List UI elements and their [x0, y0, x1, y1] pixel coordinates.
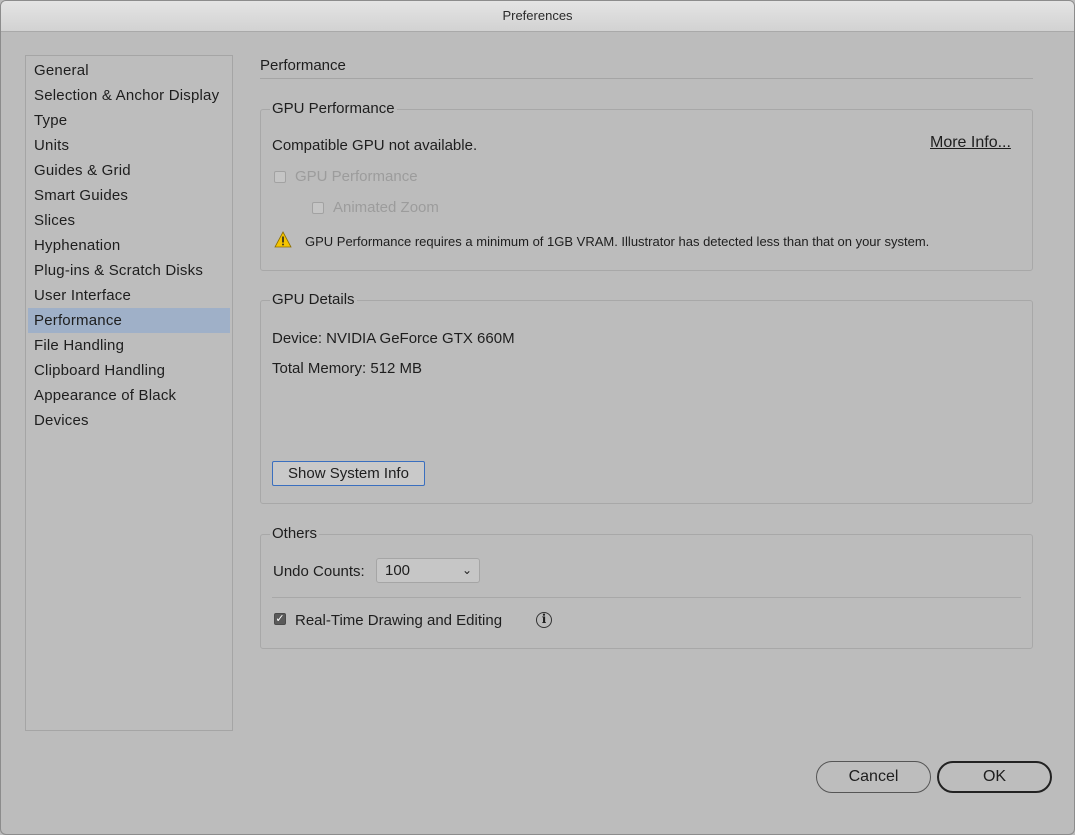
others-divider — [272, 597, 1021, 598]
sidebar-item-devices[interactable]: Devices — [28, 408, 230, 433]
sidebar-item-appearance-of-black[interactable]: Appearance of Black — [28, 383, 230, 408]
realtime-drawing-label: Real-Time Drawing and Editing — [295, 612, 503, 629]
sidebar-item-performance[interactable]: Performance — [28, 308, 230, 333]
sidebar-item-file-handling[interactable]: File Handling — [28, 333, 230, 358]
preferences-window: Preferences General Selection & Anchor D… — [0, 0, 1075, 835]
animated-zoom-checkbox[interactable] — [312, 202, 324, 214]
show-system-info-button[interactable]: Show System Info — [272, 461, 425, 486]
animated-zoom-checkbox-label: Animated Zoom — [333, 199, 439, 216]
sidebar-item-general[interactable]: General — [28, 58, 230, 83]
realtime-drawing-checkbox[interactable]: ✓ — [274, 613, 286, 625]
sidebar-item-slices[interactable]: Slices — [28, 208, 230, 233]
others-title: Others — [270, 525, 320, 542]
gpu-warning-text: GPU Performance requires a minimum of 1G… — [305, 234, 930, 249]
undo-counts-select[interactable]: 100 ⌄ — [376, 558, 480, 583]
gpu-status-text: Compatible GPU not available. — [272, 137, 478, 154]
more-info-link[interactable]: More Info... — [930, 134, 1011, 152]
gpu-performance-checkbox-label: GPU Performance — [295, 168, 418, 185]
chevron-down-icon: ⌄ — [461, 563, 472, 577]
info-icon[interactable]: i — [536, 612, 552, 628]
sidebar-item-smart-guides[interactable]: Smart Guides — [28, 183, 230, 208]
undo-counts-label: Undo Counts: — [273, 563, 365, 580]
ok-button[interactable]: OK — [937, 761, 1052, 793]
sidebar-item-type[interactable]: Type — [28, 108, 230, 133]
window-title: Preferences — [1, 1, 1074, 32]
sidebar-item-user-interface[interactable]: User Interface — [28, 283, 230, 308]
gpu-performance-title: GPU Performance — [270, 100, 397, 117]
sidebar-item-selection-anchor-display[interactable]: Selection & Anchor Display — [28, 83, 230, 108]
section-divider — [260, 78, 1033, 79]
sidebar-item-plugins-scratch-disks[interactable]: Plug-ins & Scratch Disks — [28, 258, 230, 283]
gpu-device-text: Device: NVIDIA GeForce GTX 660M — [272, 330, 515, 347]
undo-counts-value: 100 — [385, 562, 411, 579]
sidebar-item-hyphenation[interactable]: Hyphenation — [28, 233, 230, 258]
sidebar-item-clipboard-handling[interactable]: Clipboard Handling — [28, 358, 230, 383]
sidebar-item-guides-grid[interactable]: Guides & Grid — [28, 158, 230, 183]
sidebar-item-units[interactable]: Units — [28, 133, 230, 158]
gpu-memory-text: Total Memory: 512 MB — [272, 360, 423, 377]
preferences-sidebar: General Selection & Anchor Display Type … — [25, 55, 233, 731]
sidebar-list: General Selection & Anchor Display Type … — [26, 56, 232, 433]
warning-icon — [274, 231, 292, 248]
others-group — [260, 534, 1033, 649]
gpu-details-title: GPU Details — [270, 291, 357, 308]
section-title: Performance — [260, 57, 346, 74]
cancel-button[interactable]: Cancel — [816, 761, 931, 793]
gpu-performance-checkbox[interactable] — [274, 171, 286, 183]
